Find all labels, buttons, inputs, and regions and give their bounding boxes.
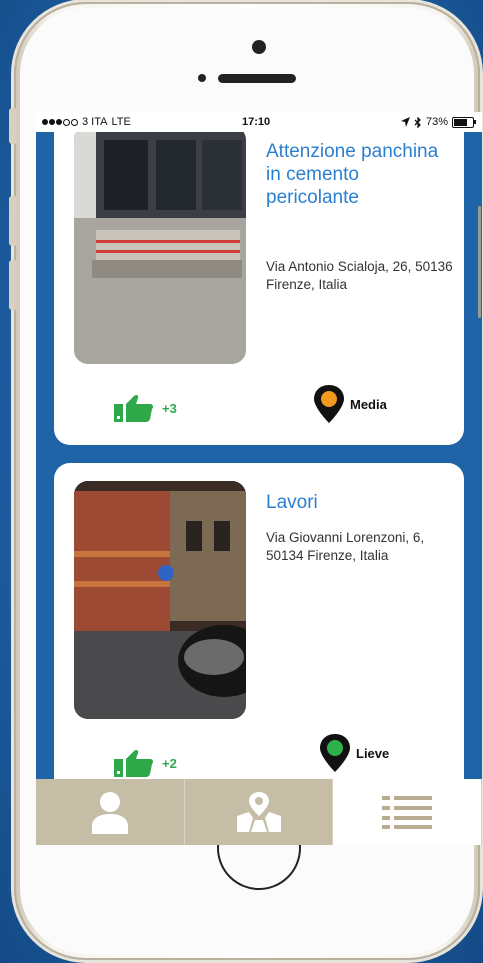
battery-icon [452, 116, 476, 128]
list-icon [382, 796, 433, 829]
report-title[interactable]: Attenzione panchina in cemento pericolan… [266, 140, 456, 209]
profile-icon [91, 792, 128, 834]
tab-bar [36, 779, 482, 845]
scroll-indicator[interactable] [478, 206, 481, 318]
roadworks-photo-image [74, 481, 246, 719]
battery-fill [454, 118, 468, 126]
front-camera [252, 40, 266, 54]
proximity-sensor [198, 74, 206, 82]
mute-switch [9, 108, 17, 144]
map-icon [236, 792, 281, 832]
status-bar: 3 ITA LTE 17:10 73% [36, 112, 482, 132]
map-pin-icon [314, 385, 344, 423]
report-photo[interactable] [74, 126, 246, 364]
severity-label: Media [350, 396, 387, 412]
tab-profile[interactable] [36, 779, 185, 845]
report-address: Via Antonio Scialoja, 26, 50136 Firenze,… [266, 259, 453, 292]
thumbs-up-icon [114, 749, 154, 777]
network-label: LTE [111, 116, 131, 128]
battery-percent: 73% [425, 116, 448, 128]
severity-dot [327, 740, 343, 756]
severity-dot [321, 391, 337, 407]
earpiece-speaker [218, 74, 296, 83]
like-count: +2 [162, 755, 177, 771]
carrier-label: 3 ITA [82, 116, 108, 128]
report-photo[interactable] [74, 481, 246, 719]
report-card[interactable]: Attenzione panchina in cemento pericolan… [54, 112, 464, 445]
bench-photo-image [74, 126, 246, 364]
tab-map[interactable] [184, 779, 334, 845]
volume-up-button [9, 196, 17, 246]
report-address: Via Giovanni Lorenzoni, 6, 50134 Firenze… [266, 530, 425, 563]
report-card[interactable]: Lavori Via Giovanni Lorenzoni, 6, 50134 … [54, 463, 464, 823]
volume-down-button [9, 260, 17, 310]
app-screen: 3 ITA LTE 17:10 73% Attenzione panchina … [36, 112, 482, 845]
report-title[interactable]: Lavori [266, 491, 456, 514]
thumbs-up-icon [114, 394, 154, 422]
bluetooth-icon [414, 116, 421, 128]
like-count: +3 [162, 400, 177, 416]
tab-list[interactable] [333, 779, 482, 845]
status-time: 17:10 [242, 116, 271, 128]
signal-strength-icon [42, 118, 78, 126]
severity-label: Lieve [356, 745, 390, 761]
severity-badge: Media [312, 384, 387, 424]
location-arrow-icon [400, 117, 410, 127]
like-button[interactable]: +3 [114, 394, 177, 422]
map-pin-icon [320, 734, 350, 772]
severity-badge: Lieve [318, 733, 389, 773]
like-button[interactable]: +2 [114, 749, 177, 777]
